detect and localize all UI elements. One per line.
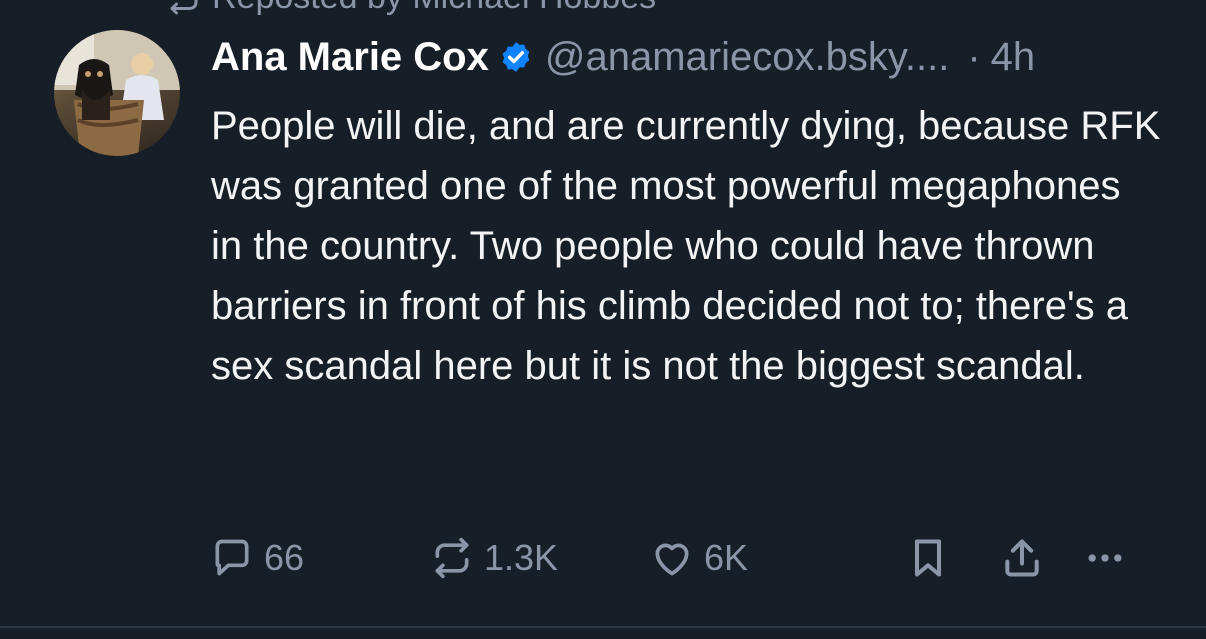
reply-count: 66: [264, 537, 305, 578]
more-options-button[interactable]: [1083, 536, 1127, 580]
author-handle[interactable]: @anamariecox.bsky....: [545, 35, 949, 80]
bookmark-button[interactable]: [906, 536, 950, 580]
post-timestamp[interactable]: 4h: [991, 35, 1036, 80]
post-divider: [0, 626, 1206, 628]
repost-context[interactable]: Reposted by Michael Hobbes: [166, 0, 656, 17]
like-count: 6K: [704, 537, 749, 578]
share-button[interactable]: [1000, 536, 1044, 580]
post-action-bar: 66 1.3K 6K: [210, 532, 1160, 588]
verified-badge-icon[interactable]: [499, 40, 533, 74]
repost-button[interactable]: 1.3K: [430, 536, 558, 580]
reply-icon: [215, 539, 249, 576]
author-display-name[interactable]: Ana Marie Cox: [211, 35, 489, 80]
repost-icon: [435, 537, 469, 579]
like-button[interactable]: 6K: [650, 536, 748, 580]
heart-icon: [655, 543, 689, 576]
more-icon: [1088, 554, 1122, 562]
reply-button[interactable]: 66: [210, 536, 304, 580]
repost-count: 1.3K: [484, 537, 559, 578]
avatar-image: [54, 30, 180, 156]
repost-icon: [170, 0, 198, 14]
separator-dot: ·: [967, 34, 981, 79]
repost-label: Reposted by Michael Hobbes: [212, 0, 656, 17]
post-header: Ana Marie Cox @anamariecox.bsky.... · 4h: [211, 30, 1035, 84]
share-icon: [1005, 539, 1039, 577]
post-body-text: People will die, and are currently dying…: [211, 104, 1161, 388]
bookmark-icon: [914, 539, 942, 577]
avatar[interactable]: [54, 30, 180, 156]
